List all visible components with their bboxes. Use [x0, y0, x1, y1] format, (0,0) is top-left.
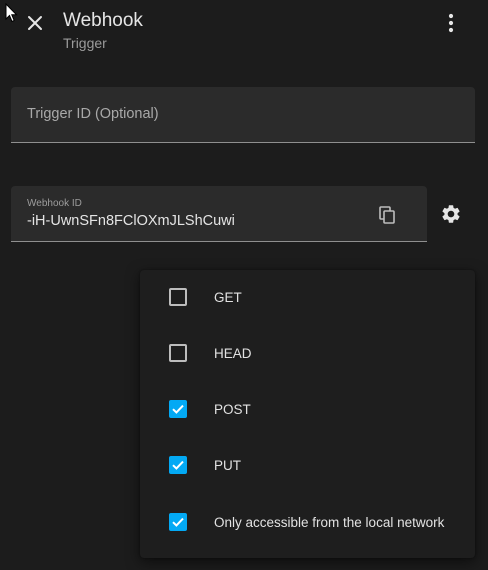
gear-icon: [442, 205, 460, 223]
check-icon: [172, 404, 184, 414]
local-only-checkbox[interactable]: [169, 513, 187, 531]
copy-icon: [379, 206, 395, 224]
copy-button[interactable]: [377, 205, 397, 225]
menu-item-put[interactable]: PUT: [140, 445, 475, 485]
webhook-id-value: -iH-UwnSFn8FClOXmJLShCuwi: [27, 213, 235, 229]
post-checkbox[interactable]: [169, 400, 187, 418]
menu-item-post[interactable]: POST: [140, 389, 475, 429]
menu-item-label: POST: [214, 401, 251, 417]
check-icon: [172, 460, 184, 470]
close-button[interactable]: [22, 10, 48, 36]
head-checkbox[interactable]: [169, 344, 187, 362]
menu-item-head[interactable]: HEAD: [140, 333, 475, 373]
http-methods-menu: GET HEAD POST PUT Only accessible from t…: [140, 270, 475, 558]
menu-item-get[interactable]: GET: [140, 277, 475, 317]
overflow-menu-button[interactable]: [438, 10, 464, 36]
close-icon: [28, 16, 42, 30]
trigger-id-placeholder: Trigger ID (Optional): [27, 106, 159, 122]
trigger-id-field[interactable]: Trigger ID (Optional): [11, 87, 475, 143]
webhook-id-field[interactable]: Webhook ID -iH-UwnSFn8FClOXmJLShCuwi: [11, 186, 427, 242]
menu-item-label: GET: [214, 289, 242, 305]
webhook-id-label: Webhook ID: [27, 198, 82, 209]
put-checkbox[interactable]: [169, 456, 187, 474]
mouse-cursor-icon: [5, 3, 18, 23]
menu-item-label: Only accessible from the local network: [214, 514, 445, 530]
menu-item-label: HEAD: [214, 345, 252, 361]
page-subtitle: Trigger: [63, 35, 107, 51]
get-checkbox[interactable]: [169, 288, 187, 306]
menu-item-label: PUT: [214, 457, 241, 473]
menu-item-local-only[interactable]: Only accessible from the local network: [140, 502, 475, 542]
webhook-trigger-editor: Webhook Trigger Trigger ID (Optional) We…: [0, 0, 488, 570]
page-title: Webhook: [63, 10, 143, 31]
more-vertical-icon: [448, 13, 454, 33]
check-icon: [172, 517, 184, 527]
webhook-settings-button[interactable]: [437, 200, 465, 228]
